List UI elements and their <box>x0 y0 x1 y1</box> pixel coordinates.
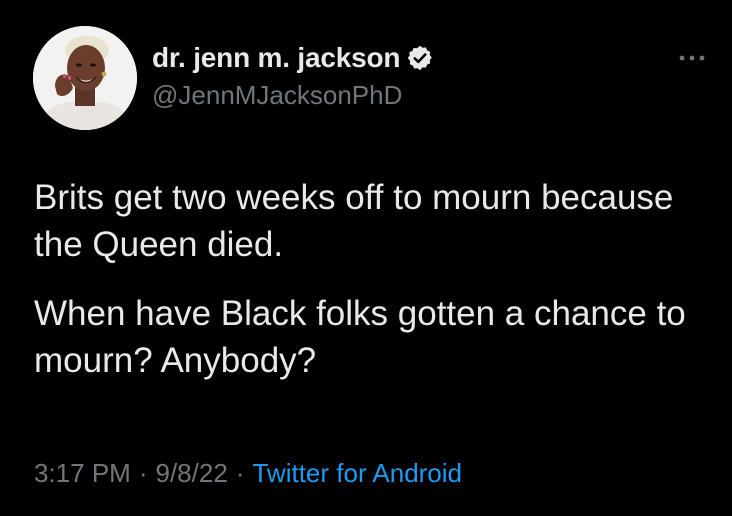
tweet-date[interactable]: 9/8/22 <box>156 458 228 488</box>
tweet-metadata: 3:17 PM · 9/8/22 · Twitter for Android <box>34 458 462 489</box>
tweet-paragraph: When have Black folks gotten a chance to… <box>34 294 686 380</box>
tweet: dr. jenn m. jackson @JennMJacksonPhD Bri… <box>0 0 732 516</box>
separator: · <box>138 458 148 488</box>
separator: · <box>235 458 245 488</box>
avatar-photo <box>33 26 137 130</box>
author-info: dr. jenn m. jackson @JennMJacksonPhD <box>152 40 434 111</box>
avatar[interactable] <box>33 26 137 130</box>
tweet-time[interactable]: 3:17 PM <box>34 458 131 488</box>
tweet-paragraph: Brits get two weeks off to mourn because… <box>34 178 674 264</box>
display-name[interactable]: dr. jenn m. jackson <box>152 42 400 74</box>
handle[interactable]: @JennMJacksonPhD <box>152 80 434 111</box>
tweet-text: Brits get two weeks off to mourn because… <box>34 174 704 384</box>
more-options-icon[interactable] <box>674 48 710 68</box>
name-row: dr. jenn m. jackson <box>152 40 434 76</box>
tweet-source-link[interactable]: Twitter for Android <box>252 458 462 488</box>
verified-badge-icon <box>406 44 434 72</box>
